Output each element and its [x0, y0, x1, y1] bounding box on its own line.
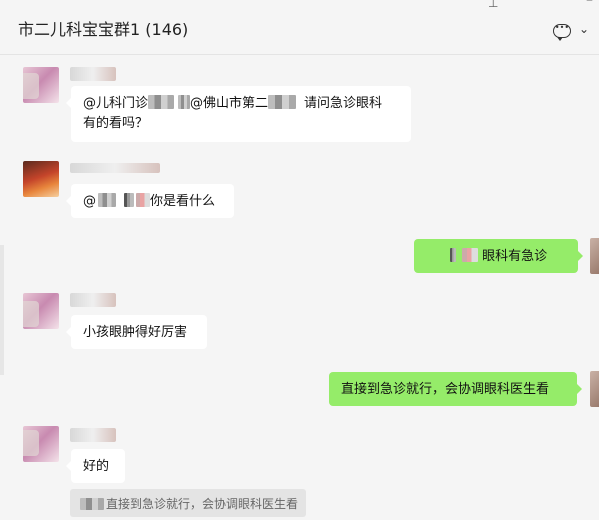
avatar[interactable] [23, 293, 59, 329]
avatar[interactable] [23, 426, 59, 462]
redacted-text [148, 95, 175, 109]
redacted-text [178, 95, 191, 109]
redacted-text [124, 193, 134, 207]
avatar[interactable] [590, 238, 599, 274]
message-text: 有的看吗？ [83, 116, 149, 131]
avatar[interactable] [23, 67, 59, 103]
redacted-text [268, 95, 297, 109]
message-text: @儿科门诊 [83, 96, 149, 111]
sender-name [70, 163, 160, 173]
redacted-text [98, 193, 116, 207]
avatar[interactable] [23, 161, 59, 197]
redacted-text [136, 193, 150, 207]
sender-name [70, 293, 116, 307]
message-bubble[interactable]: @儿科门诊 @佛山市第二 请问急诊眼科 有的看吗？ [66, 86, 411, 142]
chevron-down-icon[interactable]: ⌄ [579, 22, 589, 36]
message-bubble[interactable]: 好的 [66, 449, 125, 483]
sender-name [70, 428, 116, 442]
chat-more-icon[interactable]: ••• [553, 24, 571, 41]
chat-header: 市二儿科宝宝群1 (146) ⊥ – ••• ⌄ [0, 0, 599, 55]
message-text: @ [83, 194, 96, 209]
redacted-text [80, 498, 104, 510]
message-bubble[interactable]: 小孩眼肿得好厉害 [66, 315, 207, 349]
message-text: 直接到急诊就行，会协调眼科医生看 [341, 382, 550, 397]
quoted-message[interactable]: 直接到急诊就行，会协调眼科医生看 [70, 489, 306, 517]
message-text: 请问急诊眼科 [304, 96, 383, 111]
redacted-text [450, 248, 456, 262]
redacted-text [462, 248, 478, 262]
minimize-icon[interactable]: – [586, 0, 593, 8]
quote-text: 直接到急诊就行，会协调眼科医生看 [106, 497, 299, 511]
message-text: 你是看什么 [150, 194, 216, 209]
message-text: @佛山市第二 [190, 96, 269, 111]
message-bubble[interactable]: 眼科有急诊 [414, 239, 583, 273]
message-text: 眼科有急诊 [482, 249, 548, 264]
pin-icon[interactable]: ⊥ [488, 0, 498, 10]
message-text: 小孩眼肿得好厉害 [83, 325, 188, 340]
avatar[interactable] [590, 371, 599, 407]
message-bubble[interactable]: 直接到急诊就行，会协调眼科医生看 [329, 372, 582, 406]
sender-name [70, 67, 116, 81]
message-bubble[interactable]: @ 你是看什么 [66, 184, 234, 218]
panel-edge [0, 245, 4, 375]
message-text: 好的 [83, 459, 110, 474]
chat-title[interactable]: 市二儿科宝宝群1 (146) [18, 16, 188, 40]
